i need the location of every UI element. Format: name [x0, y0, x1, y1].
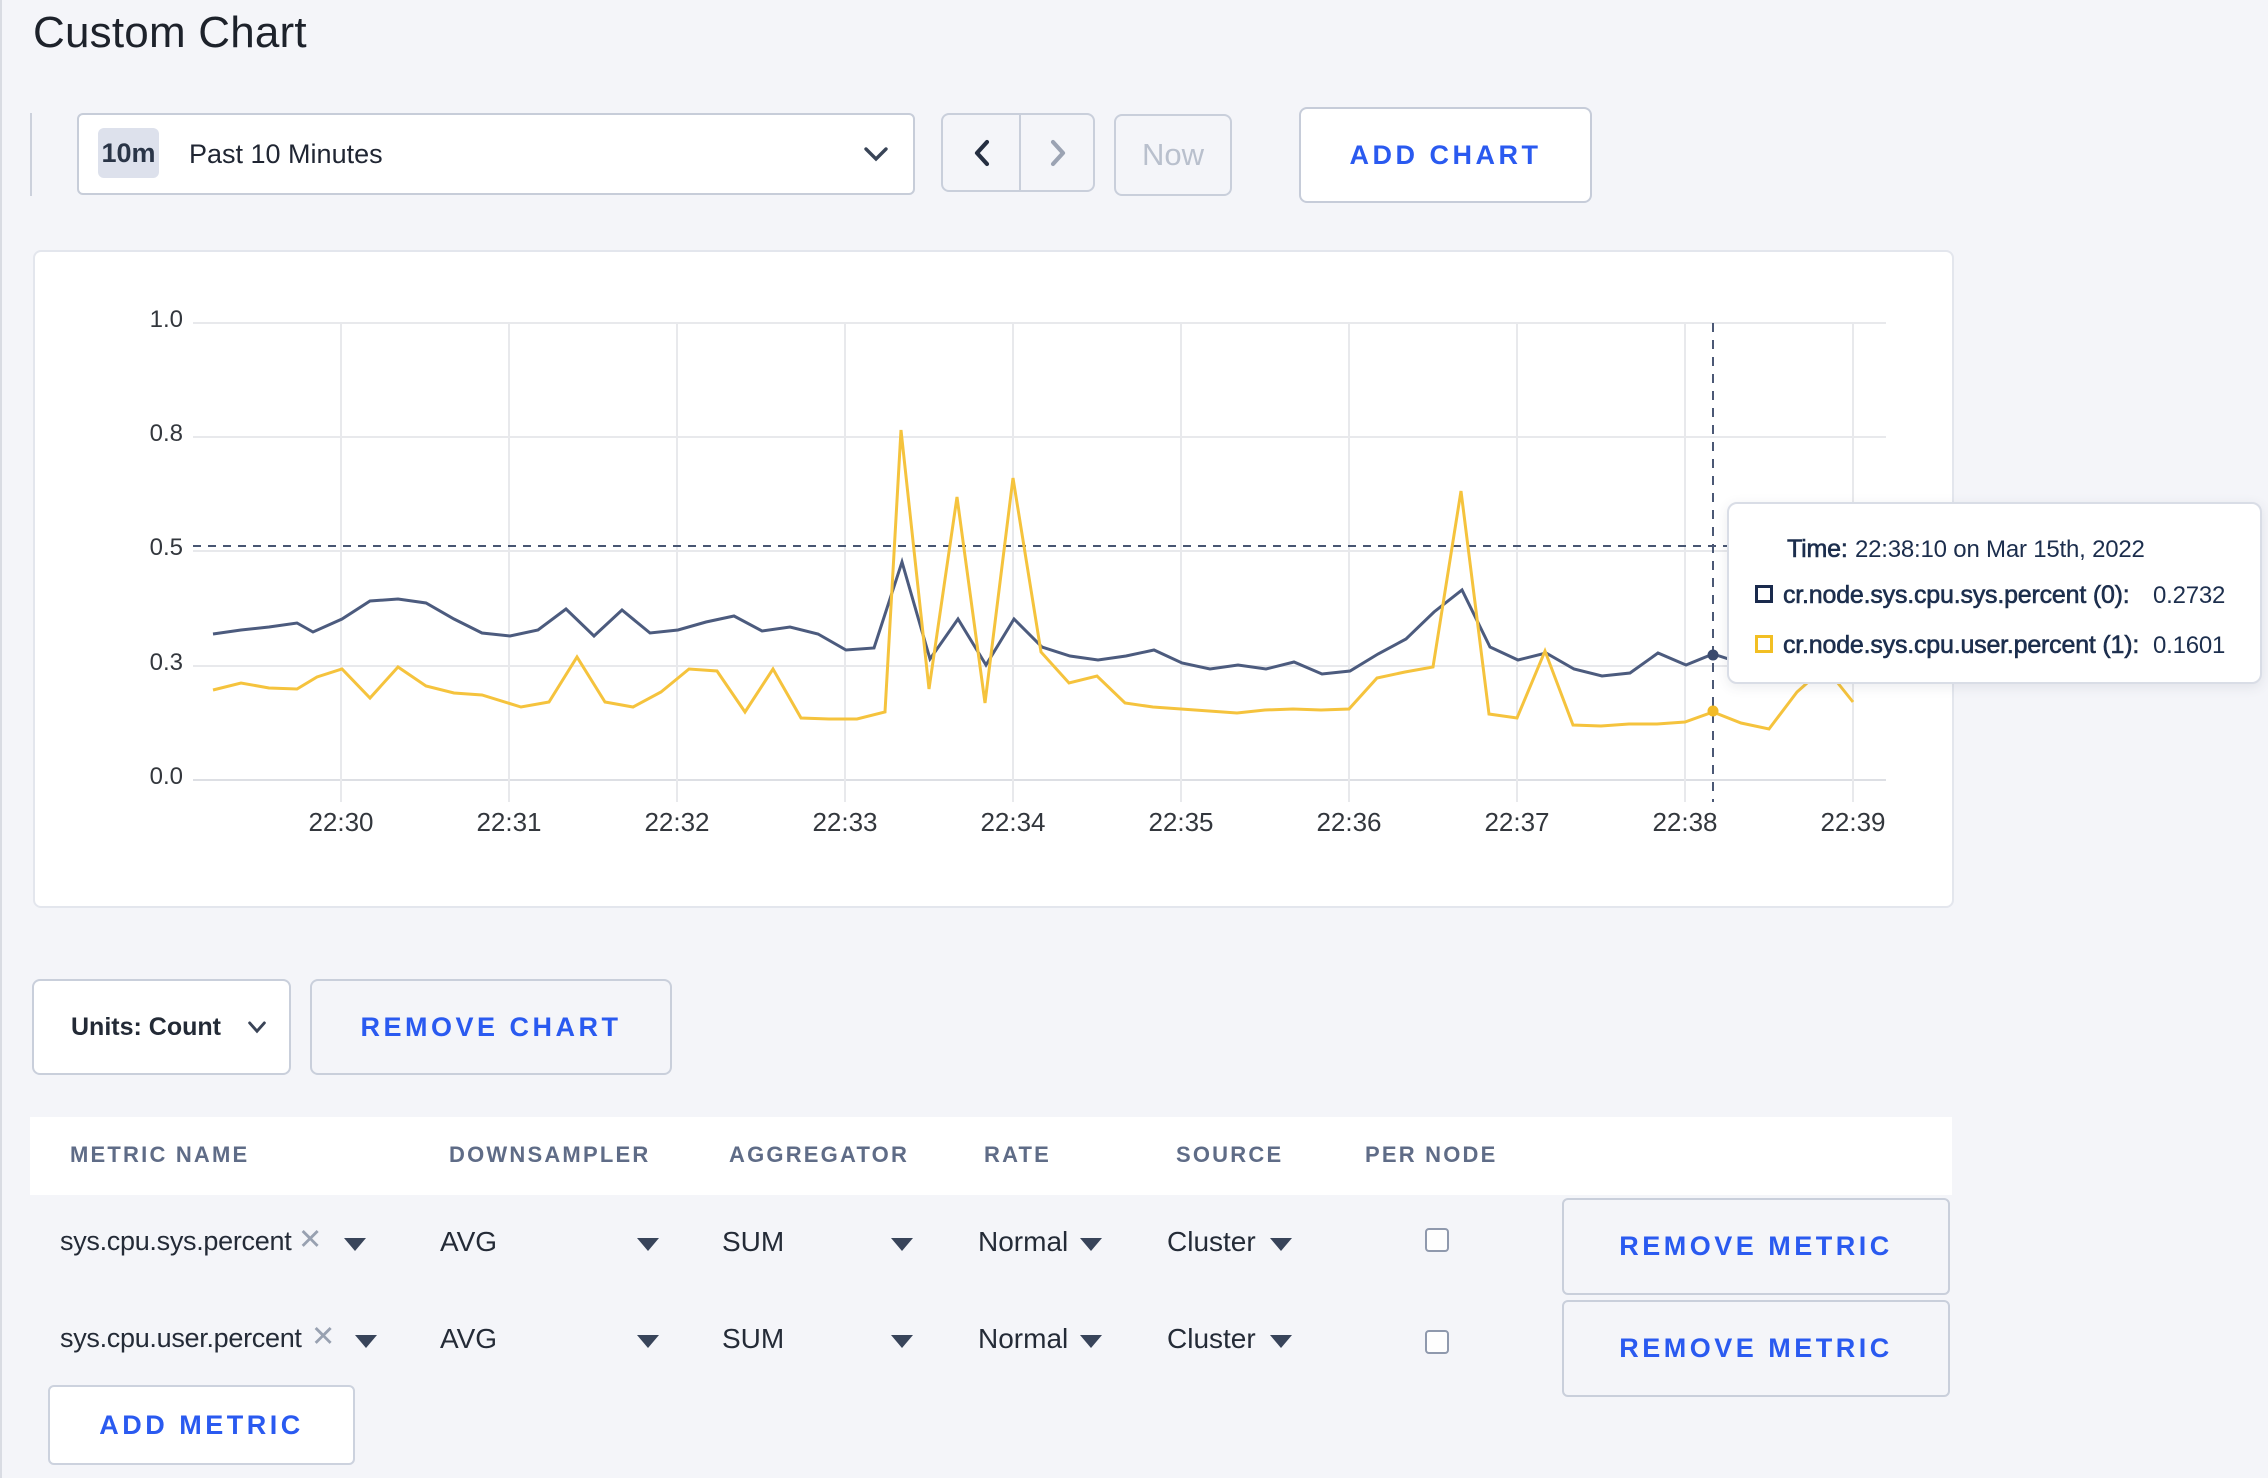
svg-text:22:38: 22:38 — [1652, 807, 1717, 837]
svg-text:0.8: 0.8 — [150, 420, 183, 447]
svg-text:22:32: 22:32 — [644, 807, 709, 837]
svg-text:0.0: 0.0 — [150, 763, 183, 790]
svg-text:22:35: 22:35 — [1148, 807, 1213, 837]
svg-text:22:37: 22:37 — [1484, 807, 1549, 837]
svg-text:0.5: 0.5 — [150, 534, 183, 561]
svg-text:0.3: 0.3 — [150, 649, 183, 676]
svg-text:22:39: 22:39 — [1820, 807, 1885, 837]
svg-text:1.0: 1.0 — [150, 306, 183, 333]
svg-text:22:30: 22:30 — [308, 807, 373, 837]
svg-text:22:34: 22:34 — [980, 807, 1045, 837]
svg-text:22:36: 22:36 — [1316, 807, 1381, 837]
svg-text:22:33: 22:33 — [812, 807, 877, 837]
svg-text:22:31: 22:31 — [476, 807, 541, 837]
